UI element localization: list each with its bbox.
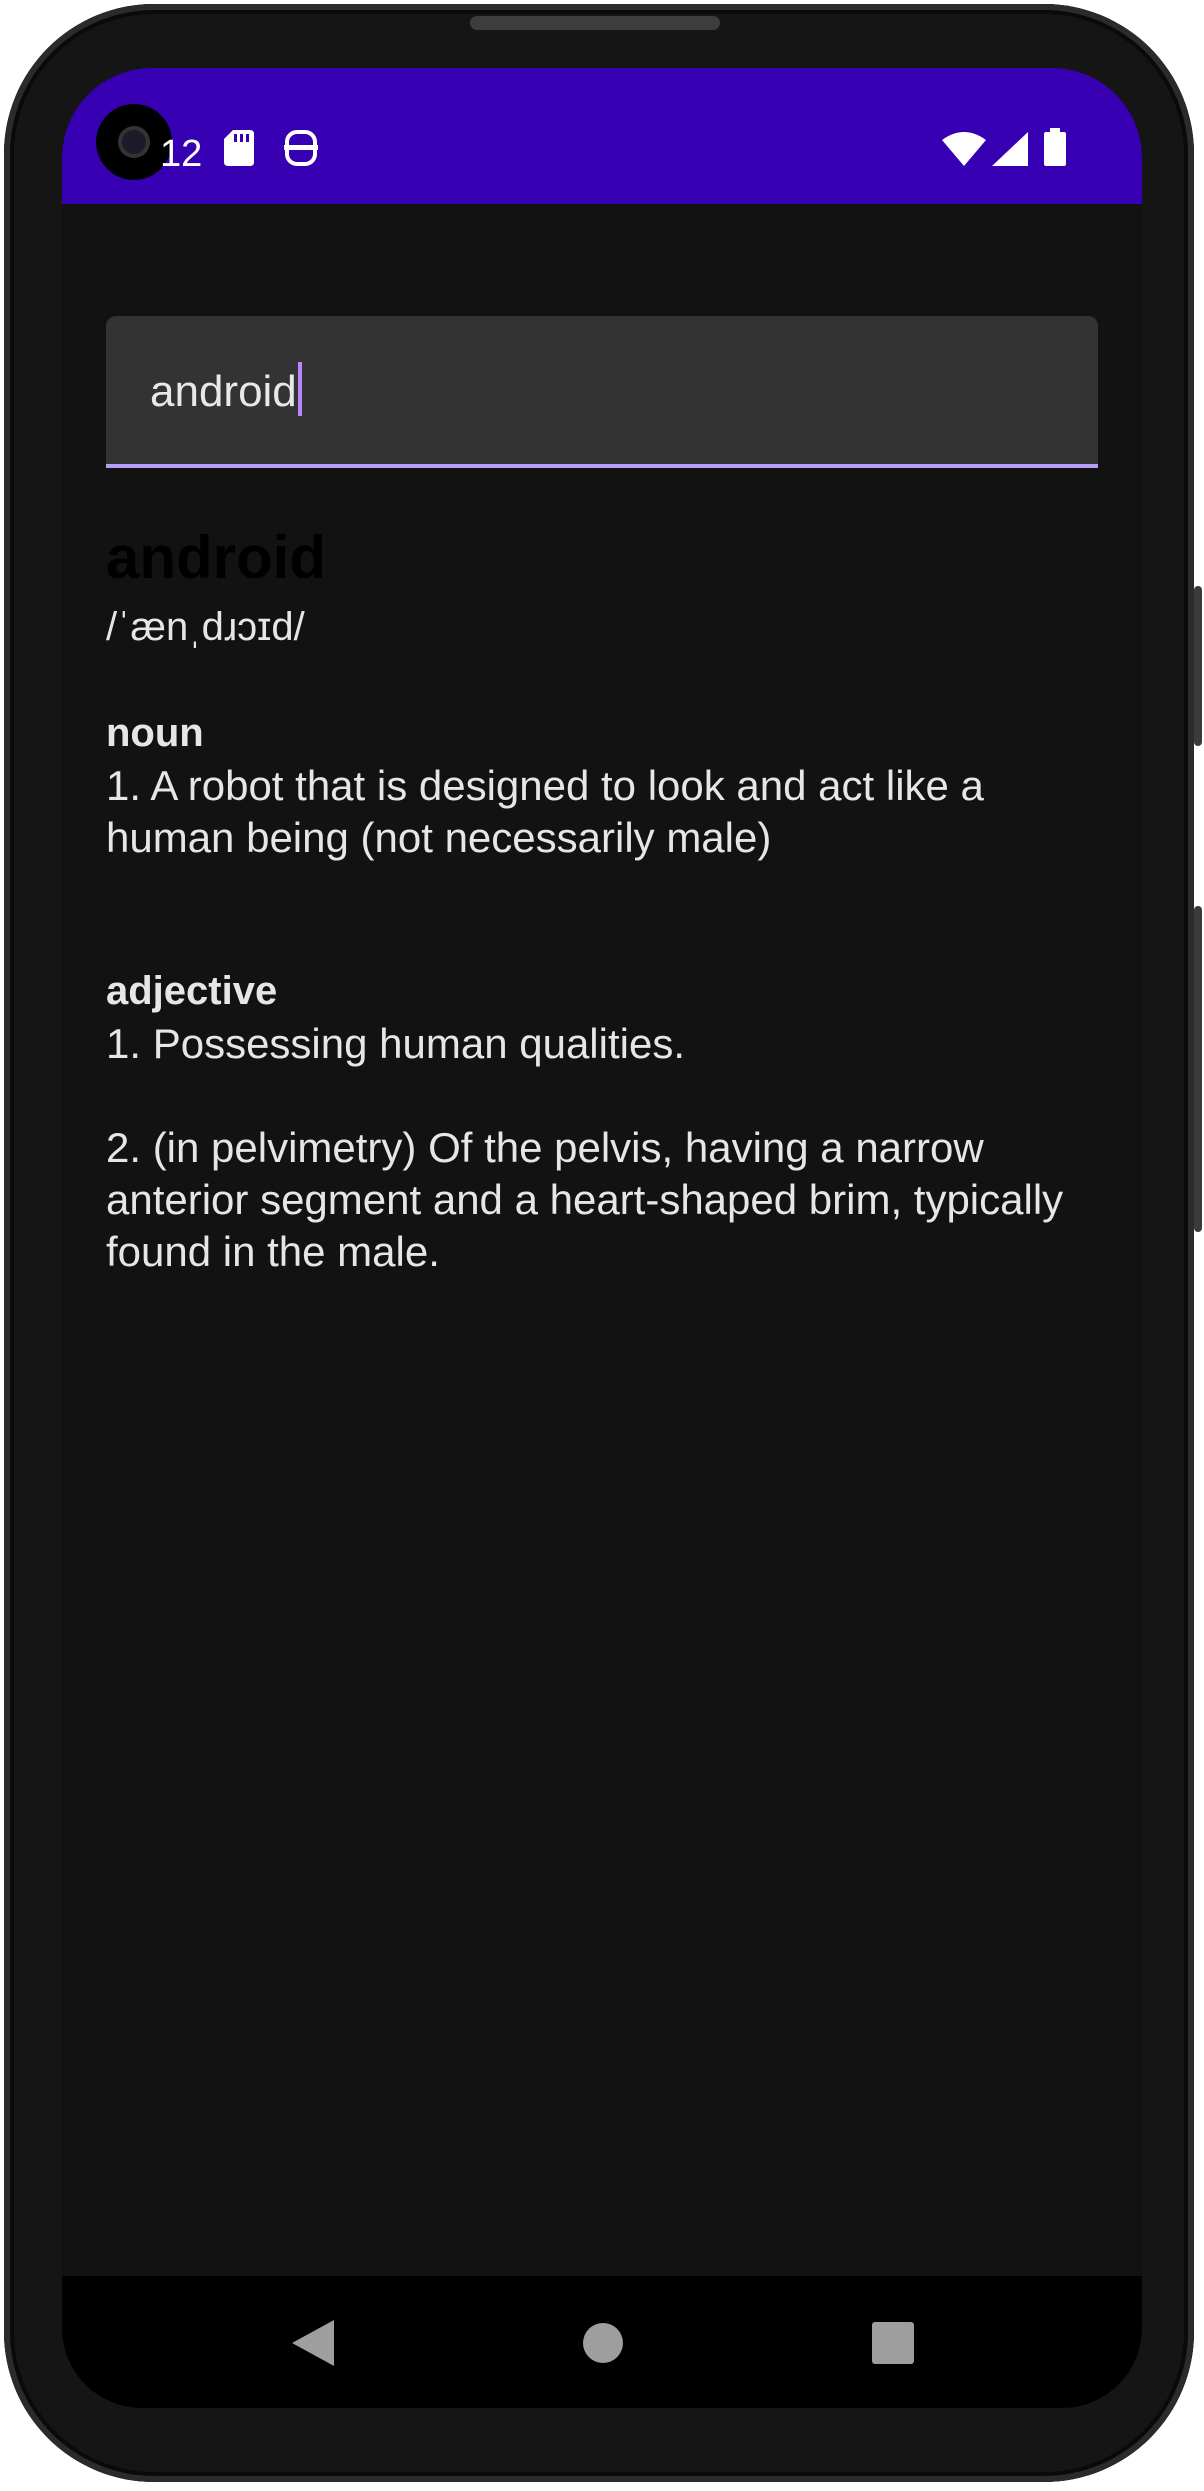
recents-icon[interactable] (866, 2316, 920, 2370)
sd-card-icon (224, 130, 254, 171)
part-of-speech-noun: noun (106, 711, 204, 755)
phone-device: 12 android android /ˈænˌdɹɔɪd/ noun 1. A… (0, 0, 1204, 2491)
entry-word: android (106, 524, 326, 591)
phone-screen: 12 android android /ˈænˌdɹɔɪd/ noun 1. A… (62, 68, 1142, 2408)
volume-button (1194, 586, 1202, 746)
navigation-bar (62, 2276, 1142, 2408)
wifi-icon (942, 132, 986, 171)
battery-icon (1044, 128, 1066, 171)
search-input-value: android (150, 367, 297, 416)
search-field[interactable]: android (106, 316, 1098, 468)
accessibility-icon (284, 130, 318, 171)
adjective-definition-1: 1. Possessing human qualities. (106, 1020, 685, 1067)
status-time: 12 (160, 133, 203, 175)
home-icon[interactable] (576, 2316, 630, 2370)
power-button (1194, 906, 1202, 1232)
earpiece-speaker (470, 16, 720, 30)
signal-icon (992, 132, 1028, 171)
back-icon[interactable] (286, 2316, 340, 2370)
adjective-definition-2: 2. (in pelvimetry) Of the pelvis, having… (106, 1124, 1064, 1275)
text-cursor (297, 362, 302, 416)
status-bar: 12 (62, 68, 1142, 204)
search-input[interactable]: android (150, 362, 302, 418)
part-of-speech-adjective: adjective (106, 969, 278, 1013)
dictionary-content: android android /ˈænˌdɹɔɪd/ noun 1. A ro… (62, 204, 1142, 2344)
entry-phonetic: /ˈænˌdɹɔɪd/ (106, 605, 305, 649)
noun-definition-1: 1. A robot that is designed to look and … (106, 762, 984, 861)
